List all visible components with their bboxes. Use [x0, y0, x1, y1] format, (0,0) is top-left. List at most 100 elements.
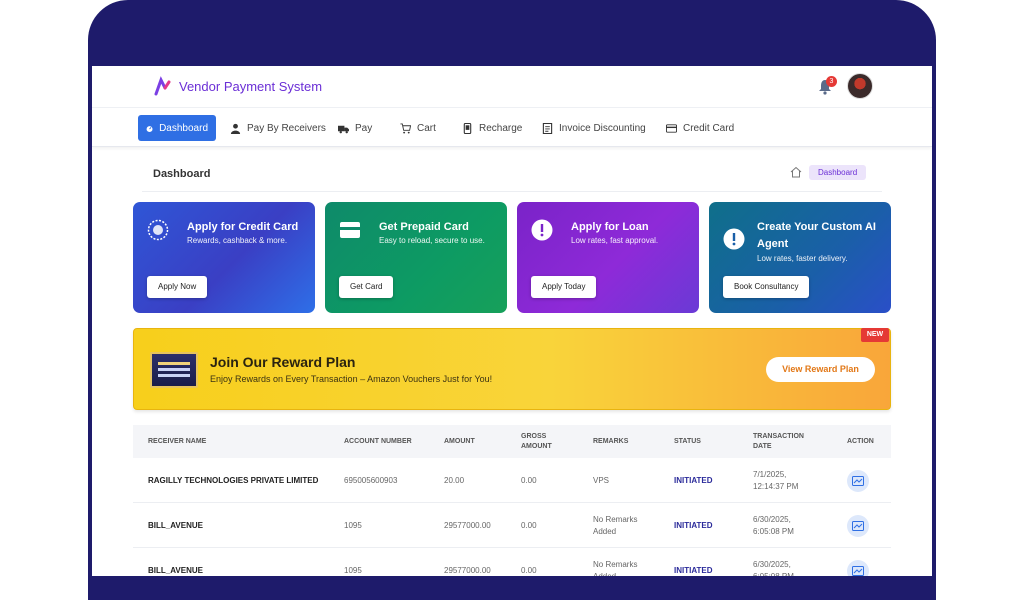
reward-banner: Join Our Reward Plan Enjoy Rewards on Ev…	[133, 328, 891, 410]
cell-account-number: 695005600903	[344, 475, 398, 485]
col-action: ACTION	[847, 437, 874, 445]
col-gross-amount: GROSS AMOUNT	[521, 432, 552, 450]
card-ai-agent: Create Your Custom AI Agent Low rates, f…	[709, 202, 891, 313]
get-card-button[interactable]: Get Card	[339, 276, 394, 298]
cell-action	[847, 458, 869, 503]
table-header: RECEIVER NAME ACCOUNT NUMBER AMOUNT GROS…	[133, 425, 891, 458]
cell-action	[847, 503, 869, 548]
cart-icon	[400, 122, 411, 134]
card-loan: Apply for Loan Low rates, fast approval.…	[517, 202, 699, 313]
app-logo-icon[interactable]	[152, 76, 174, 98]
cell-gross-amount: 0.00	[521, 475, 537, 485]
credit-card-icon	[666, 123, 677, 133]
apply-now-button[interactable]: Apply Now	[147, 276, 208, 298]
cell-transaction-date: 7/1/2025, 12:14:37 PM	[753, 469, 799, 491]
cell-transaction-date: 6/30/2025, 6:05:08 PM	[753, 559, 794, 577]
card-title: Apply for Loan	[571, 221, 649, 233]
notification-badge: 3	[826, 76, 837, 87]
reward-title: Join Our Reward Plan	[210, 354, 356, 370]
cell-amount: 29577000.00	[444, 520, 491, 530]
main-nav: Dashboard Pay By Receivers Pay Cart Rech…	[92, 109, 932, 147]
cell-status: INITIATED	[674, 565, 713, 575]
cell-remarks: No Remarks Added	[593, 514, 638, 536]
apply-today-button[interactable]: Apply Today	[531, 276, 597, 298]
card-prepaid: Get Prepaid Card Easy to reload, secure …	[325, 202, 507, 313]
reward-image	[150, 352, 198, 388]
breadcrumb[interactable]: Dashboard	[809, 165, 867, 180]
nav-item-invoice-discounting[interactable]: Invoice Discounting	[534, 115, 654, 141]
receipt-icon	[852, 475, 864, 486]
alert-icon	[723, 228, 745, 250]
table-row[interactable]: RAGILLY TECHNOLOGIES PRIVATE LIMITED 695…	[133, 458, 891, 503]
transactions-table: RECEIVER NAME ACCOUNT NUMBER AMOUNT GROS…	[133, 425, 891, 576]
card-subtitle: Easy to reload, secure to use.	[379, 236, 485, 245]
col-status: STATUS	[674, 437, 701, 445]
card-credit-card: Apply for Credit Card Rewards, cashback …	[133, 202, 315, 313]
card-title: Get Prepaid Card	[379, 221, 469, 233]
nav-item-pay[interactable]: Pay	[330, 115, 380, 141]
nav-item-cart[interactable]: Cart	[392, 115, 444, 141]
spinner-icon	[147, 219, 169, 241]
cell-receiver-name: BILL_AVENUE	[148, 565, 203, 575]
cell-action	[847, 548, 869, 576]
user-icon	[230, 123, 241, 134]
book-consultancy-button[interactable]: Book Consultancy	[723, 276, 810, 298]
phone-icon	[463, 122, 472, 134]
top-bar: Vendor Payment System 3	[92, 66, 932, 108]
app-title: Vendor Payment System	[179, 79, 323, 94]
app-screen: Vendor Payment System 3 Dashboard Pay By…	[92, 66, 932, 576]
cell-account-number: 1095	[344, 565, 362, 575]
cell-receiver-name: BILL_AVENUE	[148, 520, 203, 530]
cell-remarks: VPS	[593, 475, 610, 485]
nav-item-credit-card[interactable]: Credit Card	[658, 115, 742, 141]
reward-subtitle: Enjoy Rewards on Every Transaction – Ama…	[210, 374, 493, 384]
cell-account-number: 1095	[344, 520, 362, 530]
card-subtitle: Low rates, fast approval.	[571, 236, 659, 245]
alert-icon	[531, 219, 553, 241]
view-receipt-button[interactable]	[847, 514, 869, 537]
nav-label: Recharge	[479, 122, 523, 134]
nav-label: Cart	[417, 122, 436, 134]
col-amount: AMOUNT	[444, 437, 475, 445]
cell-transaction-date: 6/30/2025, 6:05:08 PM	[753, 514, 794, 536]
card-title: Create Your Custom AI Agent	[757, 221, 876, 250]
nav-label: Pay By Receivers	[247, 122, 326, 134]
dashboard-icon	[146, 125, 153, 132]
cell-status: INITIATED	[674, 520, 713, 530]
nav-item-dashboard[interactable]: Dashboard	[138, 115, 216, 141]
view-receipt-button[interactable]	[847, 469, 869, 492]
cell-receiver-name: RAGILLY TECHNOLOGIES PRIVATE LIMITED	[148, 475, 319, 485]
col-remarks: REMARKS	[593, 437, 629, 445]
nav-item-recharge[interactable]: Recharge	[454, 115, 530, 141]
cell-gross-amount: 0.00	[521, 520, 537, 530]
view-reward-plan-button[interactable]: View Reward Plan	[766, 357, 875, 382]
truck-icon	[338, 125, 349, 133]
col-transaction-date: TRANSACTION DATE	[753, 432, 804, 450]
document-icon	[542, 122, 553, 134]
card-subtitle: Low rates, faster delivery.	[757, 254, 848, 263]
cell-status: INITIATED	[674, 475, 713, 485]
nav-label: Pay	[355, 122, 373, 134]
nav-label: Credit Card	[683, 122, 735, 134]
nav-label: Dashboard	[159, 122, 208, 134]
cell-amount: 20.00	[444, 475, 465, 485]
receipt-icon	[852, 520, 864, 531]
cell-remarks: No Remarks Added	[593, 559, 638, 577]
page-title: Dashboard	[153, 168, 211, 180]
receipt-icon	[852, 565, 864, 576]
avatar[interactable]	[847, 73, 873, 99]
card-subtitle: Rewards, cashback & more.	[187, 236, 288, 245]
table-row[interactable]: BILL_AVENUE 1095 29577000.00 0.00 No Rem…	[133, 503, 891, 548]
table-row[interactable]: BILL_AVENUE 1095 29577000.00 0.00 No Rem…	[133, 548, 891, 576]
col-account-number: ACCOUNT NUMBER	[344, 437, 412, 445]
card-title: Apply for Credit Card	[187, 221, 299, 233]
col-receiver-name: RECEIVER NAME	[148, 437, 207, 445]
card-icon	[340, 222, 360, 238]
nav-label: Invoice Discounting	[559, 122, 646, 134]
view-receipt-button[interactable]	[847, 559, 869, 576]
cell-amount: 29577000.00	[444, 565, 491, 575]
new-badge: NEW	[861, 328, 889, 342]
nav-item-pay-by-receivers[interactable]: Pay By Receivers	[222, 115, 334, 141]
home-icon[interactable]	[790, 166, 802, 178]
cell-gross-amount: 0.00	[521, 565, 537, 575]
